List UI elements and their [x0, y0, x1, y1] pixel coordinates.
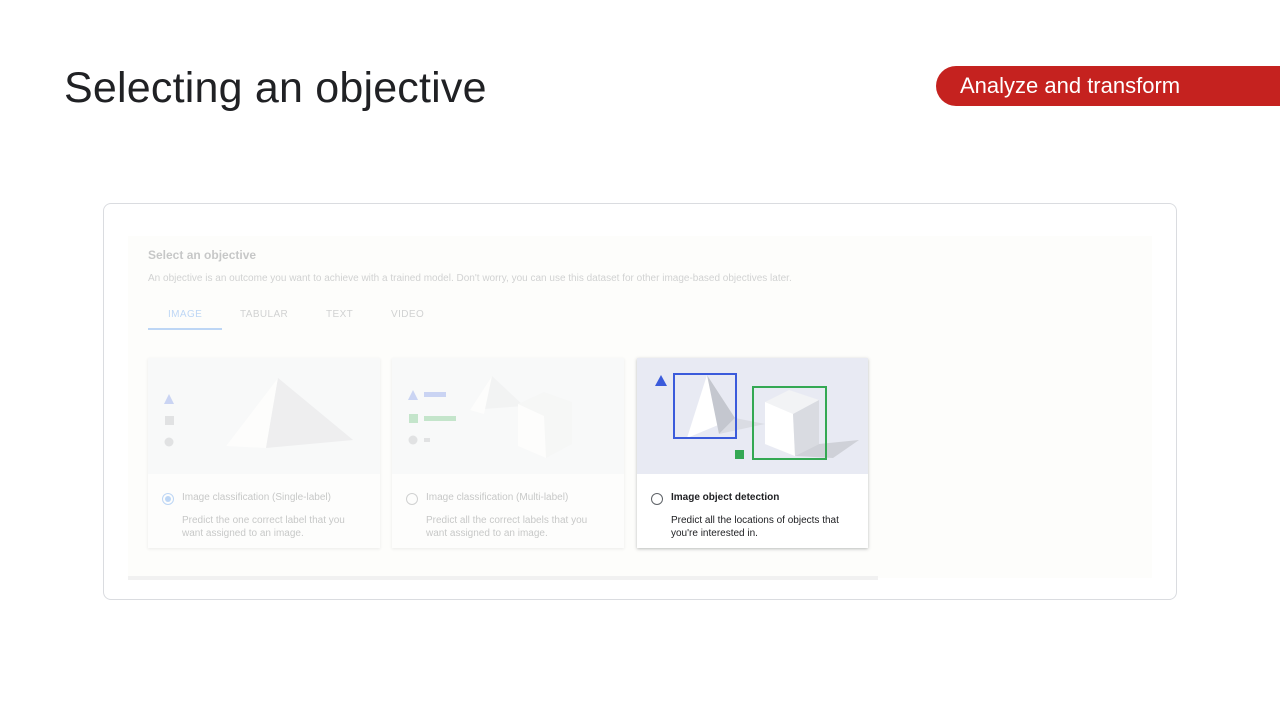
card-row-shadow — [128, 576, 878, 580]
radio-multi-label[interactable] — [406, 493, 418, 505]
radio-object-detection[interactable] — [651, 493, 663, 505]
tab-tabular[interactable]: TABULAR — [240, 306, 288, 328]
tab-video[interactable]: VIDEO — [391, 306, 424, 328]
slide-title: Selecting an objective — [64, 64, 487, 112]
objective-card-single-label[interactable]: Image classification (Single-label) Pred… — [148, 358, 380, 548]
card-illustration — [637, 358, 868, 474]
tab-image[interactable]: IMAGE — [148, 306, 223, 330]
screenshot-frame: Select an objective An objective is an o… — [103, 203, 1177, 600]
objective-dialog: Select an objective An objective is an o… — [128, 236, 1152, 580]
card-description: Predict all the locations of objects tha… — [671, 515, 839, 539]
section-tag: Analyze and transform — [936, 66, 1280, 106]
card-title: Image classification (Single-label) — [182, 492, 331, 503]
card-description: Predict all the correct labels that you … — [426, 515, 588, 539]
objective-card-multi-label[interactable]: Image classification (Multi-label) Predi… — [392, 358, 624, 548]
card-title: Image object detection — [671, 492, 780, 503]
card-title: Image classification (Multi-label) — [426, 492, 569, 503]
tab-text[interactable]: TEXT — [326, 306, 353, 328]
dialog-heading: Select an objective — [148, 248, 257, 262]
card-illustration — [392, 358, 624, 474]
dialog-description: An objective is an outcome you want to a… — [148, 273, 792, 284]
objective-card-object-detection[interactable]: Image object detection Predict all the l… — [637, 358, 868, 548]
radio-single-label[interactable] — [162, 493, 174, 505]
card-illustration — [148, 358, 380, 474]
card-description: Predict the one correct label that you w… — [182, 515, 345, 539]
